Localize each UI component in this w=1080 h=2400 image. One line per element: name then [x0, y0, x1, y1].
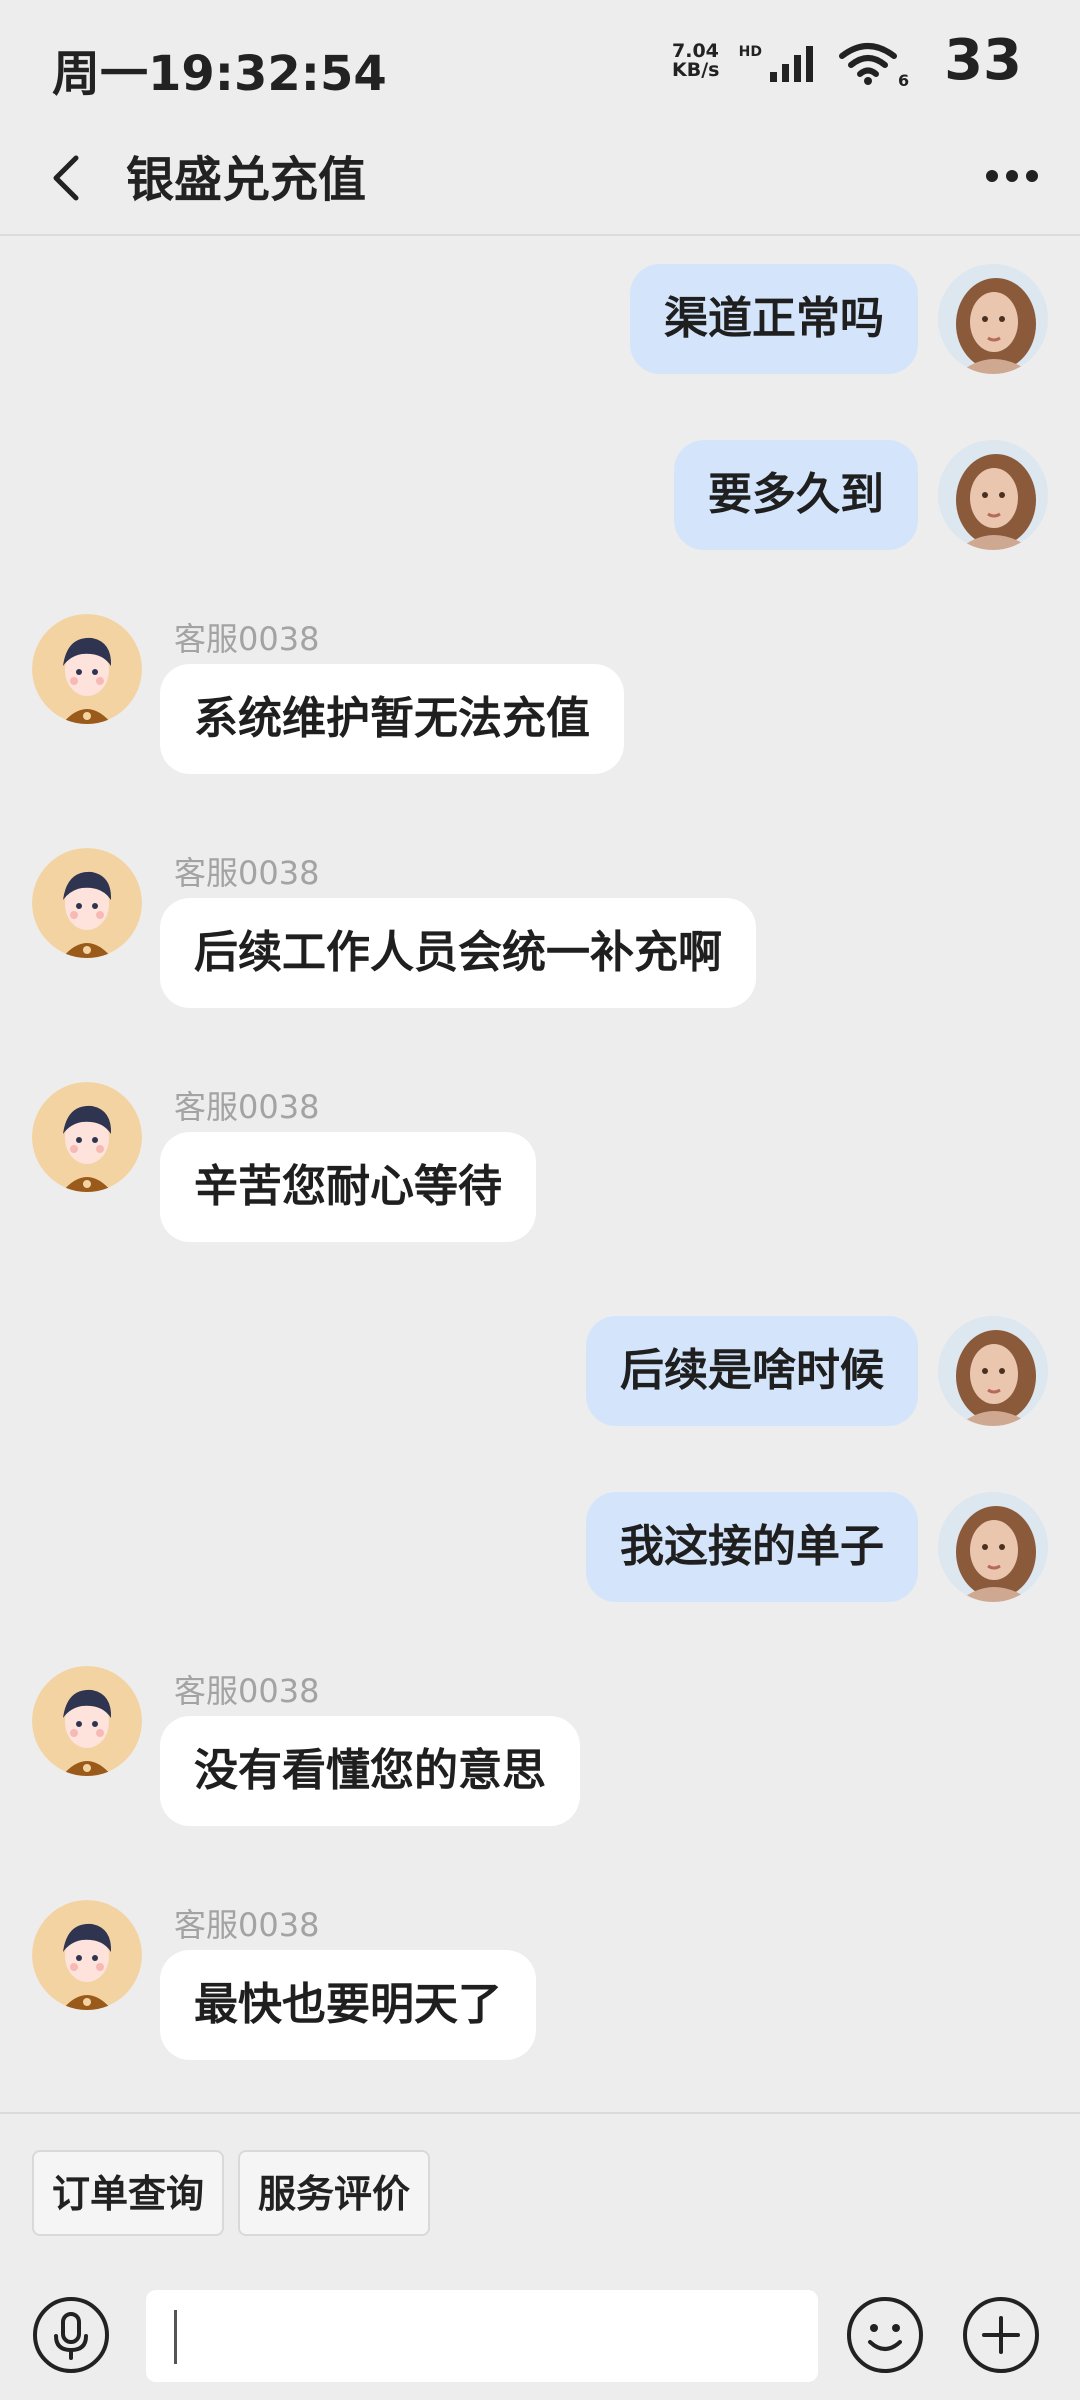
- message-bubble[interactable]: 没有看懂您的意思: [160, 1716, 580, 1826]
- message-incoming: 客服0038 后续工作人员会统一补充啊: [0, 848, 1080, 1008]
- order-query-button[interactable]: 订单查询: [32, 2150, 225, 2236]
- message-bubble[interactable]: 辛苦您耐心等待: [160, 1132, 536, 1242]
- page-title: 银盛兑充值: [126, 152, 367, 208]
- message-list[interactable]: 渠道正常吗 要多久到 客服0038 系统维护暂无法充值 客服0038 后续工作人…: [0, 238, 1080, 2112]
- microphone-icon[interactable]: [32, 2296, 110, 2374]
- message-bubble[interactable]: 系统维护暂无法充值: [160, 664, 624, 774]
- message-bubble[interactable]: 渠道正常吗: [630, 264, 918, 374]
- battery-level: 33: [944, 28, 1022, 93]
- message-bubble[interactable]: 我这接的单子: [586, 1492, 918, 1602]
- agent-name: 客服0038: [174, 1906, 320, 1944]
- user-avatar[interactable]: [938, 264, 1048, 374]
- agent-name: 客服0038: [174, 1088, 320, 1126]
- message-incoming: 客服0038 没有看懂您的意思: [0, 1666, 1080, 1826]
- message-incoming: 客服0038 辛苦您耐心等待: [0, 1082, 1080, 1242]
- message-input[interactable]: [146, 2290, 818, 2382]
- composer-area: 订单查询 服务评价: [0, 2112, 1080, 2400]
- message-bubble[interactable]: 要多久到: [674, 440, 918, 550]
- message-incoming: 客服0038 最快也要明天了: [0, 1900, 1080, 2060]
- text-cursor: [174, 2310, 177, 2364]
- agent-name: 客服0038: [174, 620, 320, 658]
- message-outgoing: 后续是啥时候: [0, 1316, 1080, 1428]
- wifi-icon: 6: [839, 43, 909, 88]
- plus-icon[interactable]: [962, 2296, 1040, 2374]
- agent-avatar[interactable]: [32, 1666, 142, 1776]
- emoji-icon[interactable]: [846, 2296, 924, 2374]
- agent-avatar[interactable]: [32, 1082, 142, 1192]
- status-bar: 周一19:32:54 7.04 KB/s HD 6 33: [0, 0, 1080, 120]
- message-outgoing: 渠道正常吗: [0, 264, 1080, 376]
- message-bubble[interactable]: 后续工作人员会统一补充啊: [160, 898, 756, 1008]
- message-bubble[interactable]: 后续是啥时候: [586, 1316, 918, 1426]
- back-arrow-icon[interactable]: [40, 144, 96, 212]
- message-incoming: 客服0038 系统维护暂无法充值: [0, 614, 1080, 774]
- agent-avatar[interactable]: [32, 1900, 142, 2010]
- wifi-badge: 6: [898, 71, 909, 88]
- user-avatar[interactable]: [938, 1492, 1048, 1602]
- agent-avatar[interactable]: [32, 848, 142, 958]
- network-speed: 7.04 KB/s: [672, 42, 742, 80]
- hd-indicator: HD: [738, 44, 762, 60]
- more-options-icon[interactable]: [982, 154, 1042, 198]
- service-rating-button[interactable]: 服务评价: [238, 2150, 431, 2236]
- user-avatar[interactable]: [938, 440, 1048, 550]
- user-avatar[interactable]: [938, 1316, 1048, 1426]
- status-time: 周一19:32:54: [52, 46, 387, 102]
- cellular-signal-icon: [770, 46, 813, 82]
- agent-name: 客服0038: [174, 854, 320, 892]
- network-speed-unit: KB/s: [672, 59, 720, 81]
- agent-name: 客服0038: [174, 1672, 320, 1710]
- message-outgoing: 要多久到: [0, 440, 1080, 552]
- agent-avatar[interactable]: [32, 614, 142, 724]
- message-bubble[interactable]: 最快也要明天了: [160, 1950, 536, 2060]
- status-indicators: 7.04 KB/s HD 6 33: [622, 28, 1022, 93]
- chat-header: 银盛兑充值: [0, 120, 1080, 236]
- message-outgoing: 我这接的单子: [0, 1492, 1080, 1604]
